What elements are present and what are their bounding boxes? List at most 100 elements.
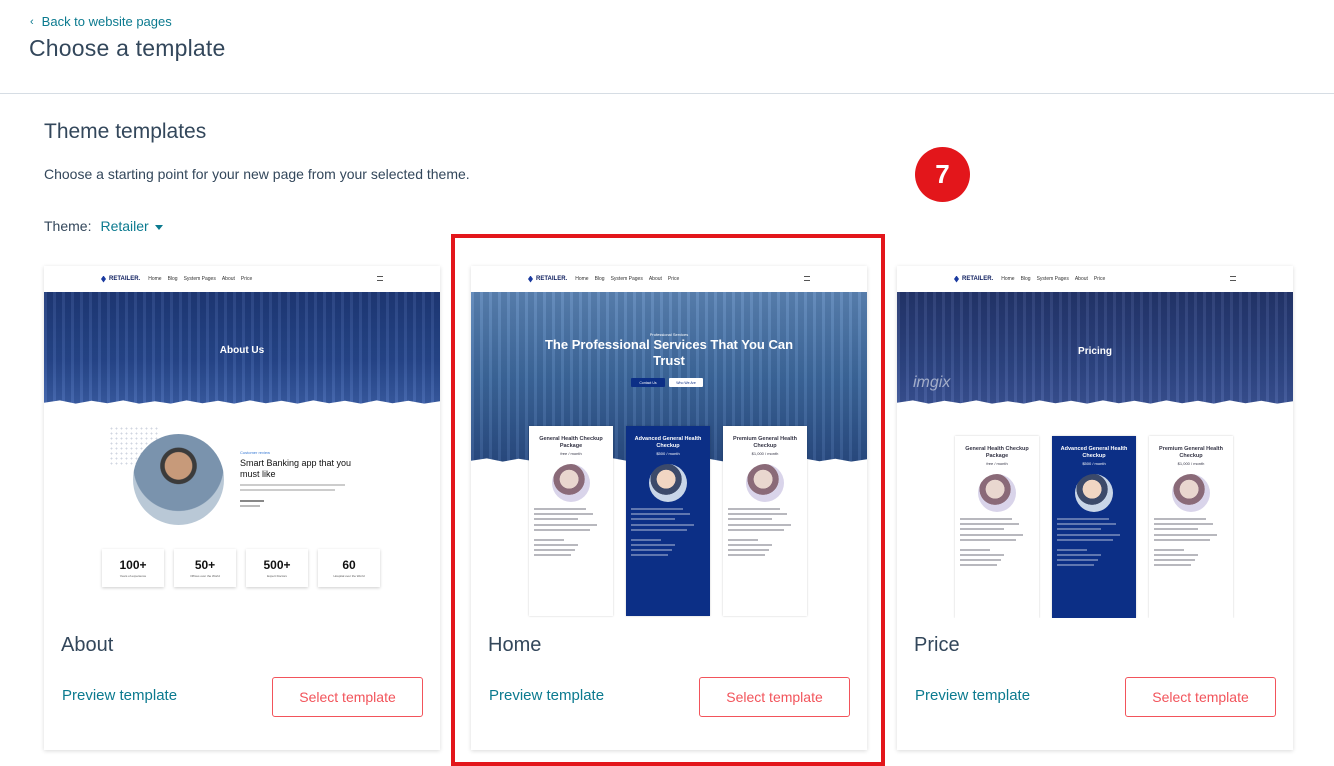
- plan-line: [1057, 523, 1117, 526]
- stat-number: 500+: [263, 558, 291, 572]
- plan-line: [960, 533, 1023, 536]
- plan-line: [960, 538, 1016, 541]
- thumb-text-line: [240, 489, 335, 491]
- stat-number: 100+: [119, 558, 147, 572]
- thumb-hero-text: Pricing: [1078, 346, 1112, 357]
- stat-box: 500+ Expert Doctors: [246, 549, 308, 587]
- card-title: Price: [914, 634, 960, 656]
- stat-number: 60: [342, 558, 356, 572]
- plan-line: [1057, 533, 1120, 536]
- plan-line: [1154, 553, 1199, 556]
- thumb-brand: RETAILER.: [109, 276, 141, 282]
- caret-down-icon: [154, 224, 163, 230]
- theme-label: Theme:: [44, 218, 92, 234]
- select-template-button[interactable]: Select template: [1125, 677, 1276, 717]
- preview-template-link[interactable]: Preview template: [62, 687, 177, 704]
- thumb-nav-items: Home Blog System Pages About Price: [148, 276, 252, 282]
- menu-icon: [1230, 276, 1236, 281]
- plan-image: [1172, 474, 1210, 512]
- plan-line: [960, 553, 1005, 556]
- plan-line: [1154, 559, 1195, 562]
- plan-title: Premium General Health Checkup: [1159, 446, 1223, 459]
- plan-image: [1075, 474, 1113, 512]
- thumb-text-line: [240, 484, 345, 486]
- thumb-nav-item: System Pages: [1036, 276, 1069, 282]
- plan-line: [1154, 538, 1210, 541]
- template-card-about[interactable]: RETAILER. Home Blog System Pages About P…: [44, 266, 440, 750]
- plan-line: [1057, 518, 1109, 520]
- theme-value: Retailer: [100, 218, 149, 234]
- plan-line: [1154, 518, 1206, 520]
- thumb-nav-item: Price: [1093, 276, 1106, 282]
- page-title: Choose a template: [29, 35, 226, 61]
- pricing-card-featured: Advanced General Health Checkup $500 / m…: [1052, 436, 1136, 618]
- thumb-nav-item: Blog: [167, 276, 178, 282]
- stat-number: 50+: [194, 558, 216, 572]
- plan-title: Advanced General Health Checkup: [1060, 446, 1128, 459]
- step-badge: 7: [915, 147, 970, 202]
- plan-line: [1154, 528, 1199, 531]
- theme-dropdown[interactable]: Retailer: [100, 218, 163, 234]
- section-description: Choose a starting point for your new pag…: [44, 166, 470, 182]
- plan-line: [1154, 533, 1217, 536]
- thumb-watermark: imgix: [913, 374, 951, 391]
- thumb-logo: RETAILER.: [101, 275, 141, 283]
- plan-line: [960, 559, 1001, 562]
- menu-icon: [377, 276, 383, 281]
- stat-box: 100+ Years of experience: [102, 549, 164, 587]
- thumb-headline: Smart Banking app that you must like: [240, 458, 352, 479]
- thumb-text-line: [240, 505, 260, 507]
- thumb-brand: RETAILER.: [962, 276, 994, 282]
- thumb-nav: RETAILER. Home Blog System Pages About P…: [897, 266, 1293, 292]
- thumb-nav-item: Home: [148, 276, 162, 282]
- plan-image: [978, 474, 1016, 512]
- plan-line: [960, 548, 990, 551]
- plan-line: [1057, 564, 1094, 567]
- theme-selector-row: Theme: Retailer: [44, 218, 163, 234]
- back-link[interactable]: ‹ Back to website pages: [30, 14, 172, 29]
- thumb-nav-item: About: [1074, 276, 1088, 282]
- diamond-icon: [101, 275, 106, 283]
- template-thumbnail[interactable]: RETAILER. Home Blog System Pages About P…: [44, 266, 440, 618]
- back-link-label: Back to website pages: [41, 14, 172, 29]
- thumb-nav-item: Home: [1001, 276, 1015, 282]
- plan-price: $500 / month: [1082, 461, 1106, 466]
- stat-label: Offices over the World: [190, 574, 220, 578]
- plan-line: [1154, 548, 1184, 551]
- thumb-hero: Pricing imgix: [897, 292, 1293, 404]
- pricing-card: General Health Checkup Package free / mo…: [955, 436, 1039, 618]
- template-card-price[interactable]: RETAILER. Home Blog System Pages About P…: [897, 266, 1293, 750]
- stat-box: 50+ Offices over the World: [174, 549, 236, 587]
- profile-photo: [133, 434, 224, 525]
- plan-price: free / month: [986, 461, 1008, 466]
- thumb-hero: About Us: [44, 292, 440, 404]
- plan-line: [1057, 528, 1102, 531]
- plan-price: $1,000 / month: [1177, 461, 1205, 466]
- thumb-nav: RETAILER. Home Blog System Pages About P…: [44, 266, 440, 292]
- template-thumbnail[interactable]: RETAILER. Home Blog System Pages About P…: [897, 266, 1293, 618]
- thumb-hero-text: About Us: [219, 345, 265, 356]
- plan-line: [1057, 553, 1102, 556]
- thumb-nav-items: Home Blog System Pages About Price: [1001, 276, 1105, 282]
- top-bar: ‹ Back to website pages Choose a templat…: [0, 0, 1334, 94]
- stat-label: Hospital over the World: [333, 574, 365, 578]
- thumb-eyebrow: Customer review: [240, 450, 271, 455]
- diamond-icon: [954, 275, 959, 283]
- plan-line: [960, 523, 1020, 526]
- thumb-nav-item: About: [221, 276, 235, 282]
- stat-label: Years of experience: [119, 574, 147, 578]
- select-template-button[interactable]: Select template: [272, 677, 423, 717]
- thumb-logo: RETAILER.: [954, 275, 994, 283]
- highlight-box: [451, 234, 885, 766]
- plan-line: [960, 518, 1012, 520]
- plan-line: [1154, 564, 1191, 567]
- section-title: Theme templates: [44, 120, 207, 143]
- plan-line: [960, 528, 1005, 531]
- plan-line: [1057, 538, 1113, 541]
- thumb-nav-item: Blog: [1020, 276, 1031, 282]
- preview-template-link[interactable]: Preview template: [915, 687, 1030, 704]
- pricing-card: Premium General Health Checkup $1,000 / …: [1149, 436, 1233, 618]
- plan-line: [960, 564, 997, 567]
- plan-title: General Health Checkup Package: [965, 446, 1029, 459]
- thumb-nav-item: System Pages: [183, 276, 216, 282]
